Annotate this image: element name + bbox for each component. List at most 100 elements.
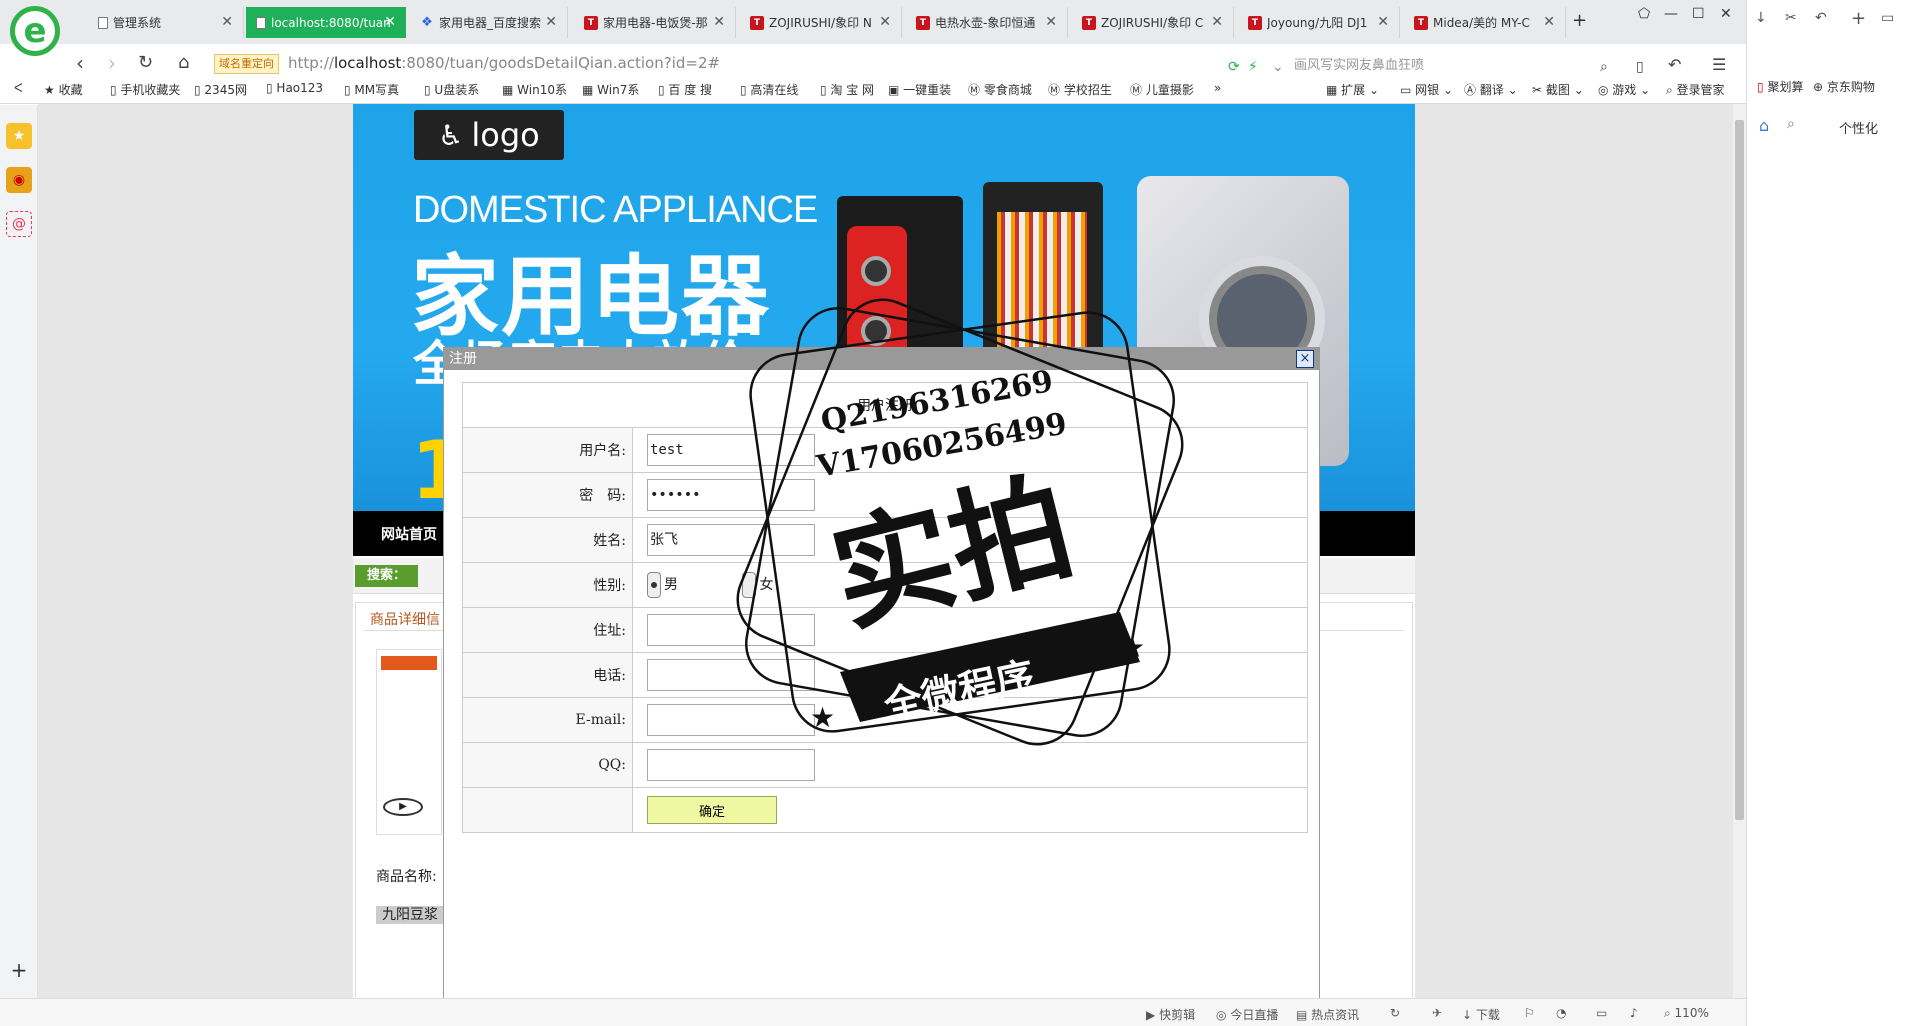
right-link[interactable]: ▯ 聚划算 [1757, 78, 1803, 95]
page-icon [256, 16, 266, 29]
games-menu[interactable]: ◎ 游戏 ⌄ [1598, 81, 1650, 98]
new-tab-button[interactable]: + [1572, 10, 1587, 31]
scrollbar-thumb[interactable] [1735, 120, 1744, 820]
download-arrow-icon[interactable]: ↓ [1755, 10, 1767, 26]
gender-male-radio[interactable] [647, 572, 661, 598]
translate-menu[interactable]: Ⓐ 翻译 ⌄ [1464, 81, 1518, 98]
bookmark-item[interactable]: ▯ 手机收藏夹 [110, 81, 180, 98]
password-input[interactable]: •••••• [647, 479, 815, 511]
dialog-close-button[interactable]: × [1296, 350, 1314, 368]
search-icon[interactable]: ⌕ [1787, 116, 1795, 132]
collapse-icon[interactable]: ᐸ [14, 81, 23, 95]
status-item[interactable]: ◎ 今日直播 [1216, 1006, 1278, 1023]
netbank-menu[interactable]: ▭ 网银 ⌄ [1400, 81, 1453, 98]
login-manager[interactable]: ⌕ 登录管家 [1666, 81, 1725, 98]
add-icon[interactable]: + [1851, 8, 1866, 29]
close-window-icon[interactable]: ✕ [1720, 6, 1732, 22]
home-icon[interactable]: ⌂ [178, 52, 189, 74]
personalize-link[interactable]: 个性化 [1839, 118, 1878, 137]
panel-toggle-icon[interactable]: ▭ [1881, 10, 1894, 26]
close-tab-icon[interactable]: ✕ [1045, 14, 1057, 30]
gender-female-radio[interactable] [742, 572, 757, 598]
tab-item[interactable]: T Midea/美的 MY-C ✕ [1404, 7, 1566, 38]
play-icon[interactable]: ▶ [383, 798, 423, 816]
tab-item[interactable]: T ZOJIRUSHI/象印 N ✕ [740, 7, 902, 38]
menu-icon[interactable]: ☰ [1712, 54, 1726, 76]
bookmark-item[interactable]: ▯ U盘装系 [424, 81, 479, 98]
status-item[interactable]: ✈ [1432, 1006, 1442, 1020]
site-logo[interactable]: ♿ logo [414, 110, 564, 160]
bookmark-item[interactable]: ▯ 淘 宝 网 [820, 81, 874, 98]
skin-icon[interactable]: ⬠ [1638, 6, 1650, 22]
tab-item[interactable]: T Joyoung/九阳 DJ1 ✕ [1238, 7, 1400, 38]
submit-button[interactable]: 确定 [647, 796, 777, 824]
more-bookmarks-icon[interactable]: » [1214, 81, 1221, 95]
weibo-icon[interactable]: ◉ [6, 167, 32, 193]
maximize-icon[interactable]: ☐ [1692, 6, 1705, 22]
tab-item[interactable]: ❖ 家用电器_百度搜索 ✕ [410, 7, 568, 38]
right-link[interactable]: ⊕ 京东购物 [1813, 78, 1875, 95]
status-item[interactable]: ↻ [1390, 1006, 1400, 1020]
name-input[interactable]: 张飞 [647, 524, 815, 556]
status-item[interactable]: ▭ [1596, 1006, 1607, 1020]
bookmark-item[interactable]: ▯ Hao123 [266, 81, 323, 95]
mail-icon[interactable]: @ [6, 211, 32, 237]
bookmark-item[interactable]: ▣ 一键重装 [888, 81, 951, 98]
bookmark-item[interactable]: ★ 收藏 [44, 81, 83, 98]
bookmark-item[interactable]: ▯ 2345网 [194, 81, 247, 98]
close-tab-icon[interactable]: ✕ [879, 14, 891, 30]
bookmark-item[interactable]: ▯ 百 度 搜 [658, 81, 712, 98]
close-tab-icon[interactable]: ✕ [545, 14, 557, 30]
tab-item[interactable]: T 家用电器-电饭煲-那 ✕ [574, 7, 736, 38]
bookmark-item[interactable]: ▯ 高清在线 [740, 81, 798, 98]
back-icon[interactable]: ‹ [76, 52, 84, 74]
bookmark-item[interactable]: ▦ Win10系 [502, 81, 567, 98]
tab-item[interactable]: T 电热水壶-象印恒通 ✕ [906, 7, 1068, 38]
bookmark-item[interactable]: Ⓜ 零食商城 [968, 81, 1032, 98]
url-field[interactable]: http://localhost:8080/tuan/goodsDetailQi… [288, 54, 720, 72]
undo-icon[interactable]: ↶ [1815, 10, 1827, 26]
close-tab-icon[interactable]: ✕ [1543, 14, 1555, 30]
volume-icon[interactable]: ♪ [1630, 1006, 1638, 1020]
status-item[interactable]: ⚐ [1524, 1006, 1535, 1020]
close-tab-icon[interactable]: ✕ [713, 14, 725, 30]
phone-input[interactable] [647, 659, 815, 691]
tmall-icon: T [1414, 15, 1428, 30]
status-item[interactable]: ↓ 下载 [1462, 1006, 1500, 1023]
vertical-scrollbar[interactable] [1733, 104, 1746, 998]
bookmark-item[interactable]: ▦ Win7系 [582, 81, 639, 98]
undo-icon[interactable]: ↶ [1668, 54, 1681, 76]
minimize-icon[interactable]: — [1664, 6, 1678, 22]
forward-icon[interactable]: › [108, 52, 116, 74]
status-item[interactable]: ▶ 快剪辑 [1146, 1006, 1195, 1023]
qq-input[interactable] [647, 749, 815, 781]
zoom-level[interactable]: ⌕ 110% [1664, 1006, 1709, 1021]
bookmark-item[interactable]: Ⓜ 学校招生 [1048, 81, 1112, 98]
tab-item-active[interactable]: localhost:8080/tuan ✕ [246, 7, 406, 38]
search-input[interactable]: 画风写实网友鼻血狂喷 [1294, 54, 1424, 73]
username-input[interactable]: test [647, 434, 815, 466]
add-sidebar-icon[interactable]: + [6, 957, 32, 983]
home-icon[interactable]: ⌂ [1759, 116, 1769, 135]
screenshot-menu[interactable]: ✂ 截图 ⌄ [1532, 81, 1584, 98]
favorites-star-icon[interactable]: ★ [6, 123, 32, 149]
status-item[interactable]: ▤ 热点资讯 [1296, 1006, 1359, 1023]
status-item[interactable]: ◔ [1556, 1006, 1566, 1020]
email-input[interactable] [647, 704, 815, 736]
form-title: 用户注册 [462, 382, 1308, 428]
scissors-icon[interactable]: ✂ [1785, 10, 1797, 26]
close-tab-icon[interactable]: ✕ [221, 14, 233, 30]
menu-home-link[interactable]: 网站首页 [381, 524, 437, 544]
bookmark-item[interactable]: Ⓜ 儿童摄影 [1130, 81, 1194, 98]
left-sidebar: ★ ◉ @ + [0, 105, 38, 998]
close-tab-icon[interactable]: ✕ [384, 14, 396, 30]
close-tab-icon[interactable]: ✕ [1377, 14, 1389, 30]
tab-item[interactable]: 管理系统 ✕ [88, 7, 244, 38]
browser-logo-icon[interactable]: e [10, 6, 60, 56]
address-input[interactable] [647, 614, 815, 646]
reload-icon[interactable]: ↻ [138, 52, 153, 74]
tab-item[interactable]: T ZOJIRUSHI/象印 C ✕ [1072, 7, 1234, 38]
extensions-menu[interactable]: ▦ 扩展 ⌄ [1326, 81, 1379, 98]
bookmark-item[interactable]: ▯ MM写真 [344, 81, 399, 98]
close-tab-icon[interactable]: ✕ [1211, 14, 1223, 30]
